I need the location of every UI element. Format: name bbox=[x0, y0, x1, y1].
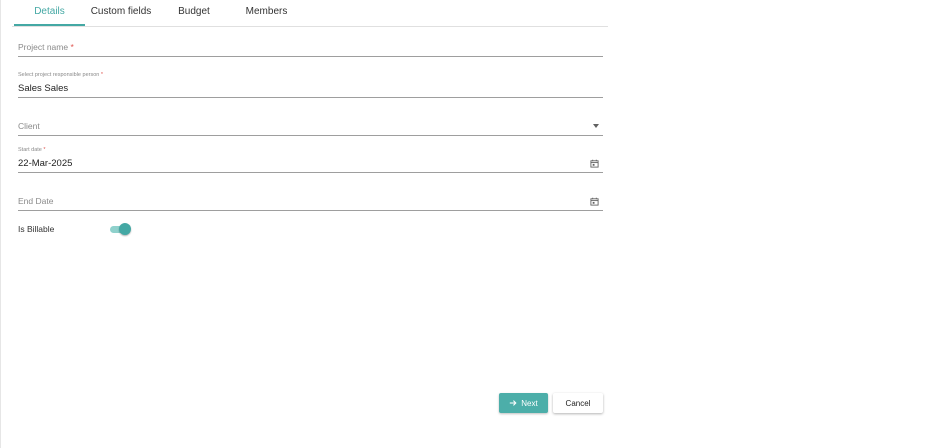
responsible-person-label: Select project responsible person * bbox=[18, 72, 103, 78]
calendar-icon[interactable] bbox=[590, 197, 599, 206]
end-date-field[interactable]: End Date bbox=[18, 192, 603, 211]
project-name-placeholder: Project name * bbox=[18, 42, 74, 52]
tab-details[interactable]: Details bbox=[14, 0, 85, 26]
next-button[interactable]: Next bbox=[499, 393, 548, 413]
start-date-value: 22-Mar-2025 bbox=[18, 158, 73, 169]
required-marker: * bbox=[43, 147, 46, 153]
tab-budget[interactable]: Budget bbox=[157, 0, 231, 25]
is-billable-toggle[interactable] bbox=[110, 223, 132, 235]
responsible-person-field[interactable]: Select project responsible person * Sale… bbox=[18, 71, 603, 98]
start-date-label: Start date * bbox=[18, 147, 46, 153]
calendar-icon[interactable] bbox=[590, 159, 599, 168]
client-select[interactable]: Client bbox=[18, 116, 603, 136]
project-name-field[interactable]: Project name * bbox=[18, 38, 603, 57]
toggle-thumb[interactable] bbox=[119, 223, 131, 235]
arrow-right-icon bbox=[510, 400, 517, 406]
required-marker: * bbox=[70, 42, 74, 52]
tab-bar: Details Custom fields Budget Members bbox=[12, 0, 608, 27]
panel-left-border bbox=[0, 0, 1, 448]
end-date-placeholder: End Date bbox=[18, 196, 54, 206]
start-date-field[interactable]: Start date * 22-Mar-2025 bbox=[18, 146, 603, 173]
client-placeholder: Client bbox=[18, 121, 40, 131]
cancel-button[interactable]: Cancel bbox=[553, 393, 603, 413]
tab-members[interactable]: Members bbox=[231, 0, 302, 25]
cancel-button-label: Cancel bbox=[565, 398, 591, 408]
tab-custom-fields[interactable]: Custom fields bbox=[85, 0, 157, 25]
responsible-person-value: Sales Sales bbox=[18, 83, 69, 94]
chevron-down-icon[interactable] bbox=[593, 124, 599, 128]
is-billable-label: Is Billable bbox=[18, 224, 55, 234]
required-marker: * bbox=[100, 72, 103, 78]
next-button-label: Next bbox=[521, 398, 538, 408]
